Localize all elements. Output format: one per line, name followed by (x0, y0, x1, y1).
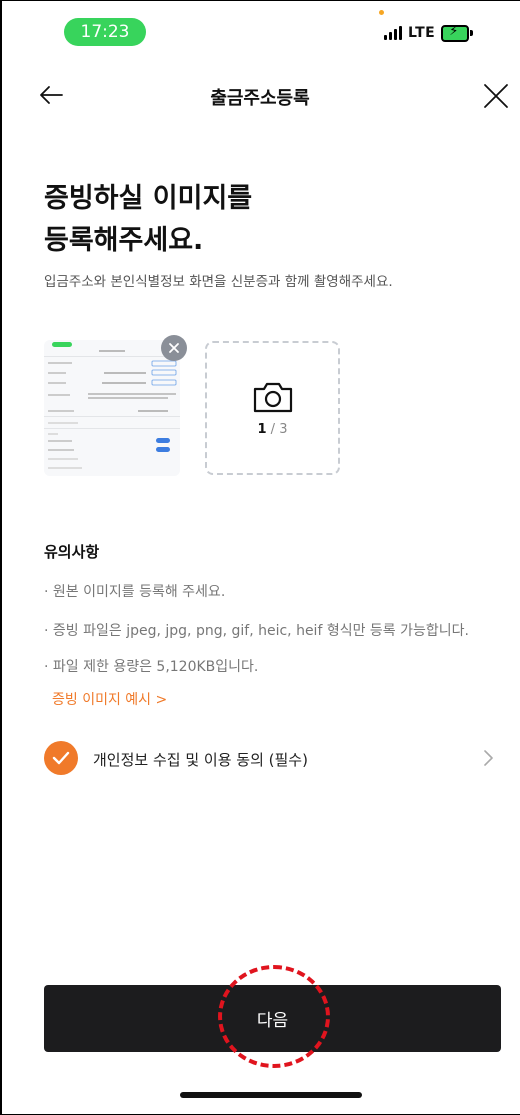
status-time: 17:23 (64, 18, 146, 46)
consent-label[interactable]: 개인정보 수집 및 이용 동의 (필수) (93, 749, 308, 770)
status-right: LTE ⚡ (384, 22, 474, 44)
close-icon (169, 343, 179, 353)
note-item: 파일 제한 용량은 5,120KB입니다. (44, 656, 258, 676)
thumbnail-preview-image (44, 340, 180, 476)
uploaded-image-thumbnail[interactable] (44, 340, 180, 476)
notes-title: 유의사항 (44, 543, 100, 561)
note-item: 증빙 파일은 jpeg, jpg, png, gif, heic, heif 형… (44, 620, 469, 640)
signal-icon (384, 26, 402, 40)
checkmark-icon (52, 751, 70, 765)
add-image-button[interactable]: 1 / 3 (205, 341, 340, 475)
page-title: 출금주소등록 (210, 88, 310, 109)
privacy-indicator-dot (379, 10, 384, 15)
note-item: 원본 이미지를 등록해 주세요. (44, 581, 225, 601)
headline-line-2: 등록해주세요. (44, 225, 204, 256)
image-count-separator: / (266, 421, 280, 437)
headline-line-1: 증빙하실 이미지를 (44, 183, 253, 214)
highlight-annotation-circle (218, 965, 330, 1068)
chevron-right-icon[interactable] (482, 749, 494, 767)
consent-checkbox[interactable] (44, 741, 78, 775)
camera-icon (253, 382, 292, 412)
network-label: LTE (408, 25, 436, 41)
image-count-current: 1 (257, 421, 267, 437)
headline: 증빙하실 이미지를 등록해주세요. (44, 178, 252, 262)
home-indicator[interactable] (180, 1092, 362, 1098)
battery-charging-icon: ⚡ (441, 24, 474, 42)
example-image-link[interactable]: 증빙 이미지 예시 > (52, 689, 167, 709)
remove-image-button[interactable] (161, 335, 187, 361)
image-count-max: 3 (279, 421, 288, 437)
image-count: 1 / 3 (258, 422, 288, 437)
close-icon[interactable] (482, 82, 510, 110)
subtitle: 입금주소와 본인식별정보 화면을 신분증과 함께 촬영해주세요. (44, 274, 393, 290)
